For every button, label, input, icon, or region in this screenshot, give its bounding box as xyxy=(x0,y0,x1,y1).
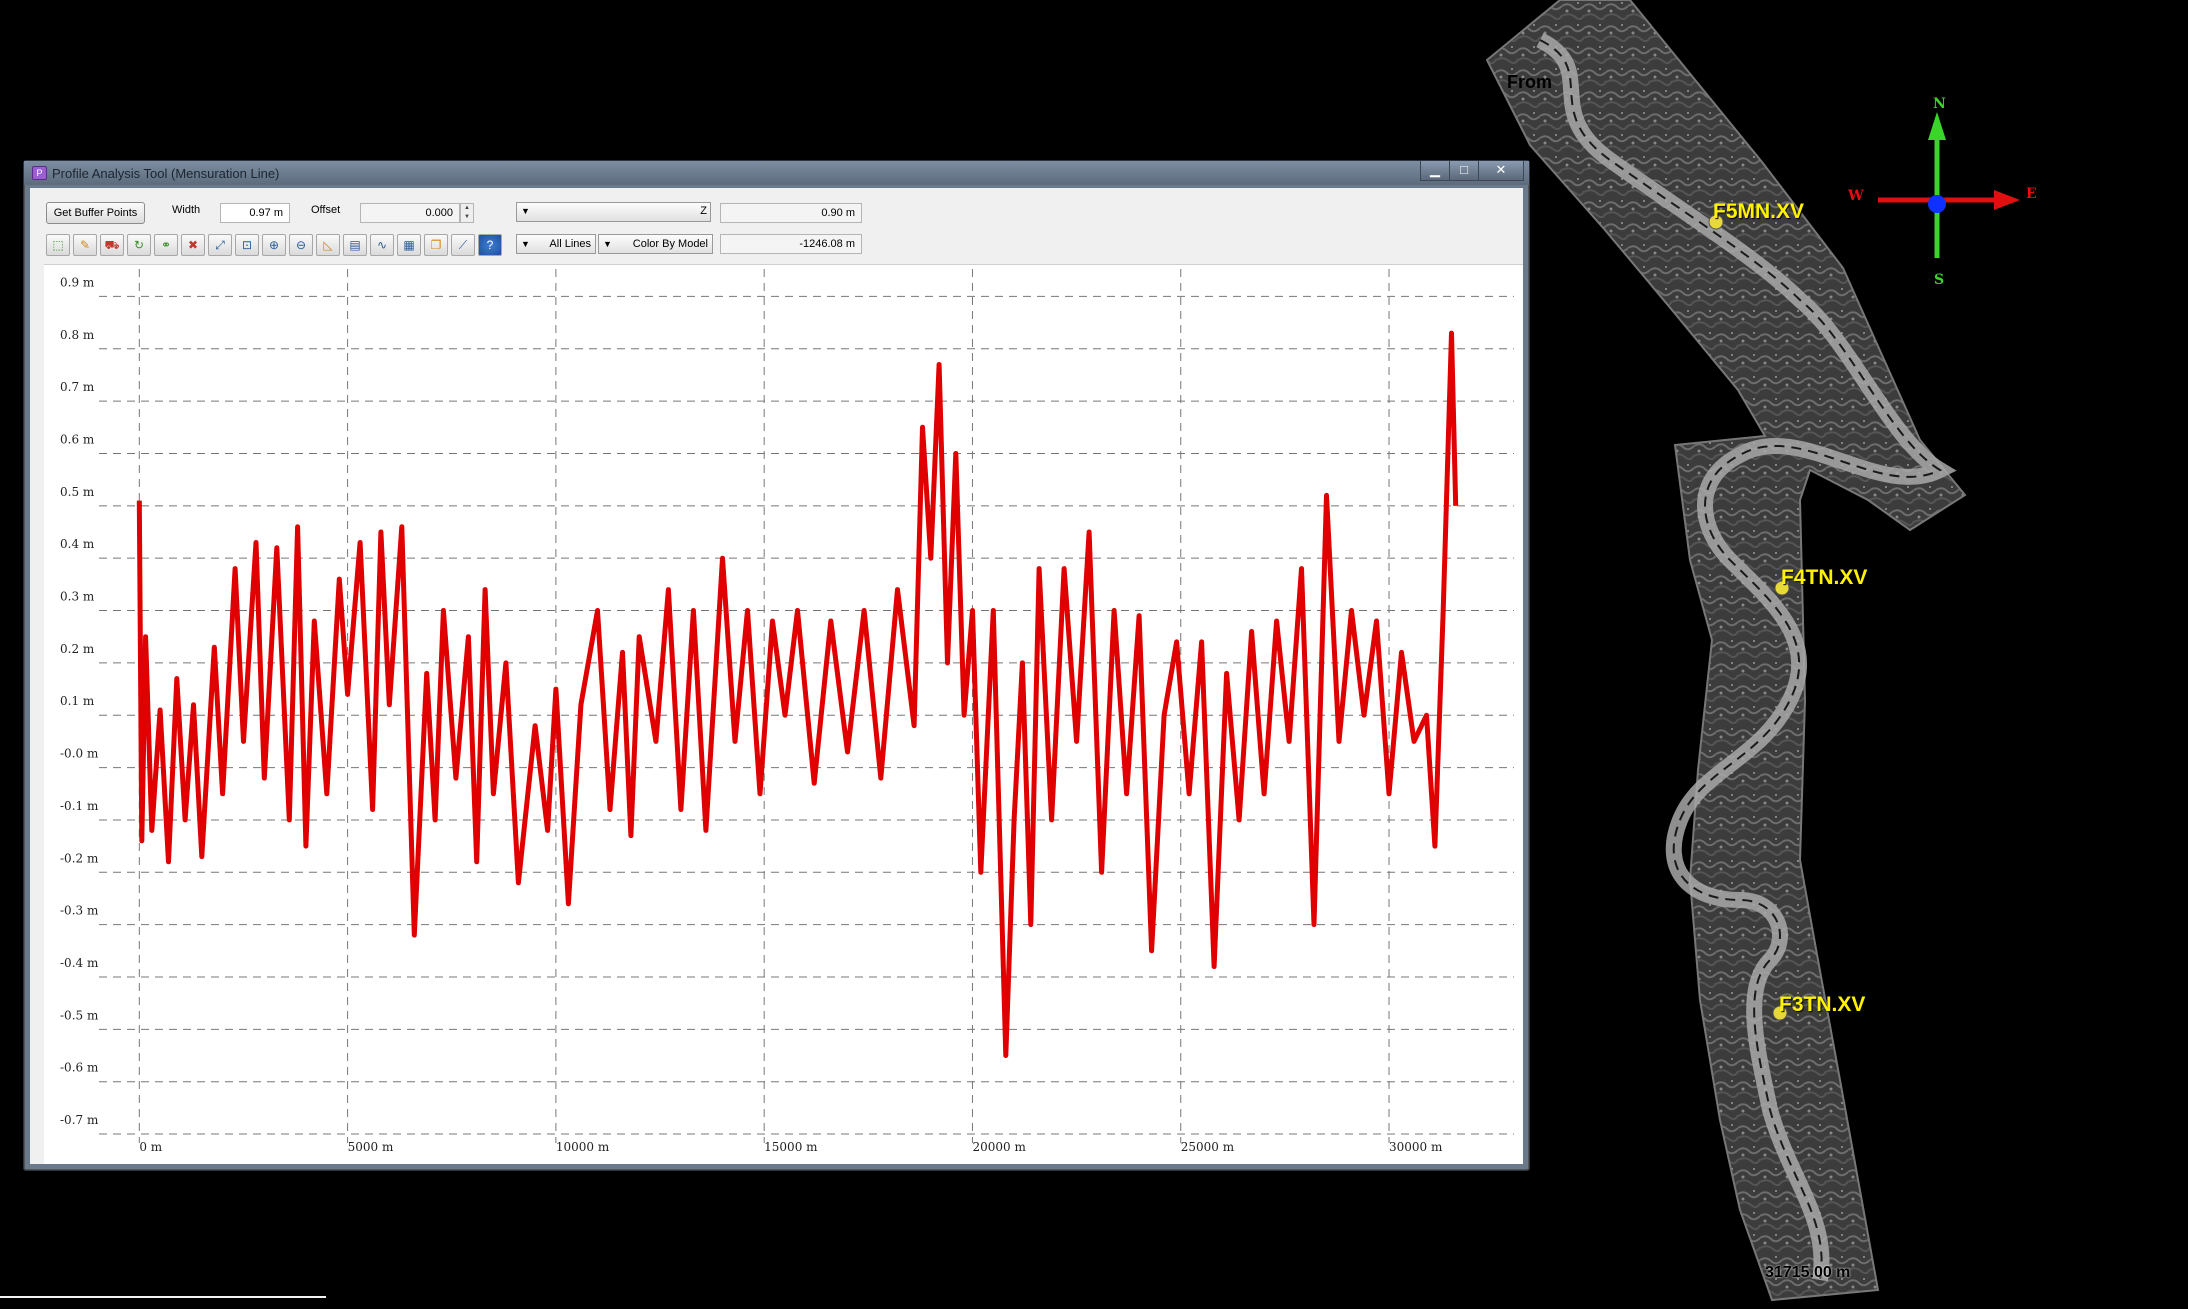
dropdown-arrow-icon: ▼ xyxy=(521,206,530,216)
offset-input[interactable]: 0.000 xyxy=(360,203,460,223)
select-icon[interactable]: ⬚ xyxy=(46,234,70,256)
profile-chart[interactable]: 0.9 m 0.8 m 0.7 m 0.6 m 0.5 m 0.4 m 0.3 m 0.2 m… xyxy=(44,265,1523,1165)
x-tick-label: 0 m xyxy=(139,1140,162,1154)
color-by-combo[interactable]: ▼ Color By Model xyxy=(598,234,713,254)
compass-rose xyxy=(1878,112,2020,258)
profile-plot-area[interactable]: 0.9 m 0.8 m 0.7 m 0.6 m 0.5 m 0.4 m 0.3 m 0.2 m… xyxy=(44,264,1523,1164)
x-tick-label: 20000 m xyxy=(972,1140,1026,1154)
dropdown-arrow-icon: ▼ xyxy=(521,239,530,249)
from-label: From xyxy=(1507,72,1552,92)
z-combo-label: Z xyxy=(700,205,707,217)
car-icon[interactable]: ⛟ xyxy=(100,234,124,256)
profile-analysis-window: P Profile Analysis Tool (Mensuration Lin… xyxy=(23,160,1530,1171)
y-tick-label: 0.5 m xyxy=(60,485,95,499)
color-by-combo-value: Color By Model xyxy=(632,238,708,250)
bottom-divider xyxy=(0,1296,326,1298)
y-tick-label: -0.7 m xyxy=(60,1113,99,1127)
y-tick-label: -0.4 m xyxy=(60,956,99,970)
elevation-value-field: -1246.08 m xyxy=(720,234,862,254)
station-label-f3tn[interactable]: F3TN.XV xyxy=(1779,993,1865,1017)
offset-label: Offset xyxy=(311,204,341,216)
link-icon[interactable]: ⚭ xyxy=(154,234,178,256)
lines-combo[interactable]: ▼ All Lines xyxy=(516,234,596,254)
width-label: Width xyxy=(172,204,201,216)
compass-west: W xyxy=(1848,188,1864,204)
offset-spinner[interactable]: ▲ ▼ xyxy=(460,203,474,223)
x-tick-label: 25000 m xyxy=(1181,1140,1235,1154)
y-tick-label: 0.1 m xyxy=(60,694,95,708)
x-tick-label: 30000 m xyxy=(1389,1140,1443,1154)
window-client-area: Get Buffer Points Width 0.97 m Offset 0.… xyxy=(30,188,1523,1164)
terrain-polygon xyxy=(1485,0,1967,1302)
zoom-region-icon[interactable]: ⊡ xyxy=(235,234,259,256)
y-tick-label: 0.3 m xyxy=(60,590,95,604)
y-tick-label: -0.6 m xyxy=(60,1061,99,1075)
window-title: Profile Analysis Tool (Mensuration Line) xyxy=(52,166,280,181)
table-icon[interactable]: ▦ xyxy=(397,234,421,256)
compass-east: E xyxy=(2026,186,2037,202)
measure-icon[interactable]: ◺ xyxy=(316,234,340,256)
minimize-button[interactable]: ▁ xyxy=(1420,161,1450,181)
rotate-icon[interactable]: ↻ xyxy=(127,234,151,256)
toolbar: Get Buffer Points Width 0.97 m Offset 0.… xyxy=(30,188,1523,264)
get-buffer-points-button[interactable]: Get Buffer Points xyxy=(46,202,145,224)
y-tick-label: -0.5 m xyxy=(60,1008,99,1022)
z-combo[interactable]: ▼ Z xyxy=(516,202,711,222)
z-value-field: 0.90 m xyxy=(720,203,862,223)
x-tick-label: 10000 m xyxy=(556,1140,610,1154)
zoom-in-icon[interactable]: ⊕ xyxy=(262,234,286,256)
y-tick-label: 0.2 m xyxy=(60,642,95,656)
y-tick-label: -0.3 m xyxy=(60,904,99,918)
copy-icon[interactable]: ❐ xyxy=(424,234,448,256)
y-tick-label: 0.7 m xyxy=(60,380,95,394)
distance-label: 31715.00 m xyxy=(1765,1264,1851,1281)
dropdown-arrow-icon: ▼ xyxy=(603,239,612,249)
elevation-profile-line xyxy=(136,330,1459,1058)
delete-icon[interactable]: ✖ xyxy=(181,234,205,256)
river-map[interactable] xyxy=(1480,0,2188,1309)
terrain-strip xyxy=(1485,0,1967,1302)
y-tick-label: 0.4 m xyxy=(60,537,95,551)
tool-icon-row: ⬚ ✎ ⛟ ↻ ⚭ ✖ ⤢ ⊡ ⊕ ⊖ ◺ ▤ ∿ ▦ ❐ ⟋ ? xyxy=(46,234,502,256)
app-icon: P xyxy=(32,166,47,180)
fit-extent-icon[interactable]: ⤢ xyxy=(208,234,232,256)
zoom-out-icon[interactable]: ⊖ xyxy=(289,234,313,256)
chart-icon[interactable]: ∿ xyxy=(370,234,394,256)
draw-line-icon[interactable]: ⟋ xyxy=(451,234,475,256)
y-tick-label: 0.8 m xyxy=(60,328,95,342)
y-tick-label: 0.6 m xyxy=(60,432,95,446)
y-tick-label: -0.1 m xyxy=(60,799,99,813)
maximize-button[interactable]: □ xyxy=(1449,161,1479,181)
lines-combo-value: All Lines xyxy=(549,238,591,250)
width-input[interactable]: 0.97 m xyxy=(220,203,290,223)
x-tick-label: 15000 m xyxy=(764,1140,818,1154)
window-titlebar[interactable]: P Profile Analysis Tool (Mensuration Lin… xyxy=(24,161,1529,185)
help-icon[interactable]: ? xyxy=(478,234,502,256)
x-tick-label: 5000 m xyxy=(348,1140,394,1154)
compass-south: S xyxy=(1934,272,1945,288)
station-label-f5mn[interactable]: F5MN.XV xyxy=(1713,200,1804,224)
edit-line-icon[interactable]: ✎ xyxy=(73,234,97,256)
y-tick-label: 0.9 m xyxy=(60,275,95,289)
y-tick-label: -0.0 m xyxy=(60,747,99,761)
y-tick-label: -0.2 m xyxy=(60,851,99,865)
export-icon[interactable]: ▤ xyxy=(343,234,367,256)
station-label-f4tn[interactable]: F4TN.XV xyxy=(1781,566,1867,590)
compass-north: N xyxy=(1933,96,1946,112)
